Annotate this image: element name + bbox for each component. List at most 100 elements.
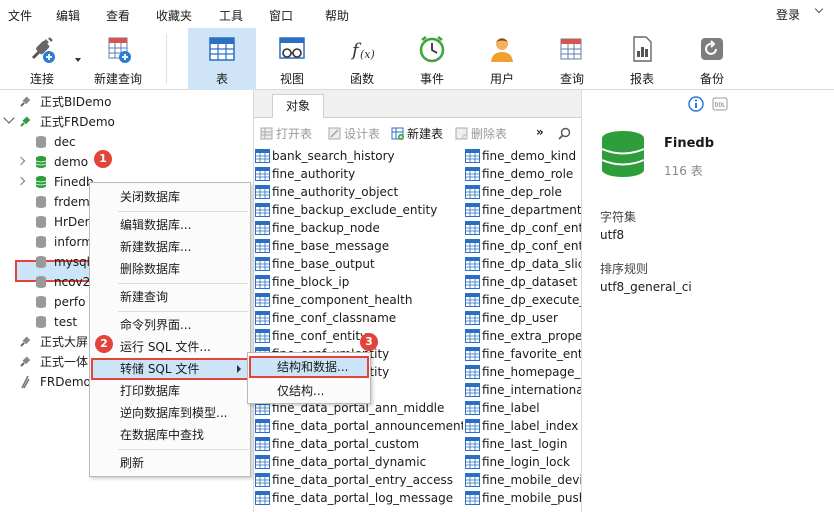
menu-structure-and-data[interactable]: 结构和数据... [249,356,369,378]
new-query-button[interactable]: 新建查询 [88,28,148,90]
backup-button[interactable]: 备份 [682,28,742,90]
step-badge: 2 [95,335,113,353]
table-item[interactable]: fine_dp_execute_r [465,291,581,309]
function-button[interactable]: f (x) 函数 [332,28,392,90]
view-button[interactable]: 视图 [262,28,322,90]
report-button[interactable]: 报表 [612,28,672,90]
table-item[interactable]: fine_block_ip [255,273,463,291]
query-button[interactable]: 查询 [542,28,602,90]
menu-dump-sql-file[interactable]: 转储 SQL 文件 [91,358,249,380]
tab-objects[interactable]: 对象 [272,94,324,118]
table-item[interactable]: fine_department [465,201,581,219]
database-open-icon [35,156,47,168]
table-item[interactable]: fine_login_lock [465,453,581,471]
table-icon [209,37,235,61]
database-icon [36,196,46,208]
connect-button[interactable]: 连接 [14,28,70,90]
info-icon[interactable] [688,96,704,112]
table-item[interactable]: fine_authority [255,165,463,183]
design-table-icon [328,127,341,140]
toolbar-overflow-icon[interactable]: » [536,125,544,139]
ddl-icon[interactable]: DDL [712,96,728,112]
info-pane: DDL Finedb 116 表 字符集 utf8 排序规则 utf8_gene… [581,90,834,512]
table-item[interactable]: fine_demo_kind [465,147,581,165]
menu-print-database[interactable]: 打印数据库 [91,380,249,402]
search-icon[interactable] [558,127,571,140]
table-item[interactable]: fine_mobile_push [465,489,581,507]
table-button[interactable]: 表 [188,28,256,90]
table-icon [465,491,480,505]
table-item[interactable]: fine_backup_node [255,219,463,237]
menu-new-query[interactable]: 新建查询 [91,286,249,308]
new-query-icon [108,37,131,63]
table-icon [255,437,270,451]
table-item[interactable]: fine_data_portal_log_message [255,489,463,507]
menubar-chevron-icon [814,4,825,16]
table-item[interactable]: fine_data_portal_custom [255,435,463,453]
table-icon [255,167,270,181]
table-item[interactable]: fine_data_portal_announcement [255,417,463,435]
menu-structure-only[interactable]: 仅结构... [249,380,369,402]
event-button[interactable]: 事件 [402,28,462,90]
table-item[interactable]: fine_dp_data_slice [465,255,581,273]
table-item[interactable]: fine_base_message [255,237,463,255]
table-icon [465,347,480,361]
menu-help[interactable]: 帮助 [325,7,349,24]
delete-table-icon [455,127,468,140]
table-item[interactable]: fine_dp_user [465,309,581,327]
table-item[interactable]: fine_extra_proper [465,327,581,345]
table-item[interactable]: fine_homepage_e [465,363,581,381]
table-item[interactable]: fine_mobile_devic [465,471,581,489]
expand-arrow-icon[interactable] [3,112,15,124]
menu-edit[interactable]: 编辑 [56,7,80,24]
menu-favorites[interactable]: 收藏夹 [156,7,192,24]
menu-delete-database[interactable]: 删除数据库 [91,258,249,280]
connection-icon [20,356,31,367]
table-item[interactable]: bank_search_history [255,147,463,165]
menu-window[interactable]: 窗口 [269,7,293,24]
table-icon [255,293,270,307]
table-item[interactable]: fine_dp_conf_enti [465,237,581,255]
table-item[interactable]: fine_backup_exclude_entity [255,201,463,219]
table-item[interactable]: fine_dep_role [465,183,581,201]
table-item[interactable]: fine_component_health [255,291,463,309]
table-item[interactable]: fine_demo_role [465,165,581,183]
toolbar-divider [166,34,167,84]
menu-reverse-to-model[interactable]: 逆向数据库到模型... [91,402,249,424]
table-item[interactable]: fine_base_output [255,255,463,273]
table-item[interactable]: fine_label_index [465,417,581,435]
user-button[interactable]: 用户 [472,28,532,90]
menu-edit-database[interactable]: 编辑数据库... [91,214,249,236]
expand-arrow-icon[interactable] [16,176,26,186]
menu-close-database[interactable]: 关闭数据库 [91,186,249,208]
menu-view[interactable]: 查看 [106,7,130,24]
table-item[interactable]: fine_favorite_entr [465,345,581,363]
menu-find-in-database[interactable]: 在数据库中查找 [91,424,249,446]
connect-dropdown-icon[interactable] [75,58,81,62]
table-item[interactable]: fine_authority_object [255,183,463,201]
menu-command-line[interactable]: 命令列界面... [91,314,249,336]
table-item[interactable]: fine_data_portal_dynamic [255,453,463,471]
menu-new-database[interactable]: 新建数据库... [91,236,249,258]
table-item[interactable]: fine_label [465,399,581,417]
table-item[interactable]: fine_international [465,381,581,399]
table-item[interactable]: fine_conf_entity [255,327,463,345]
expand-arrow-icon[interactable] [16,156,26,166]
charset-value: utf8 [600,228,625,242]
table-item[interactable]: fine_dp_dataset [465,273,581,291]
table-item[interactable]: fine_data_portal_entry_access [255,471,463,489]
collation-value: utf8_general_ci [600,280,692,294]
menu-run-sql-file[interactable]: 运行 SQL 文件... [91,336,249,358]
table-item[interactable]: fine_dp_conf_enti [465,219,581,237]
menu-refresh[interactable]: 刷新 [91,452,249,474]
step-badge: 3 [360,333,378,351]
menu-tools[interactable]: 工具 [219,7,243,24]
sqlite-icon [21,375,30,389]
new-table-icon [391,127,404,140]
table-item[interactable]: fine_conf_classname [255,309,463,327]
dump-submenu: 结构和数据... 仅结构... [247,352,371,404]
table-item[interactable]: fine_last_login [465,435,581,453]
table-icon [465,383,480,397]
login-link[interactable]: 登录 [776,6,800,23]
menu-file[interactable]: 文件 [8,7,32,24]
